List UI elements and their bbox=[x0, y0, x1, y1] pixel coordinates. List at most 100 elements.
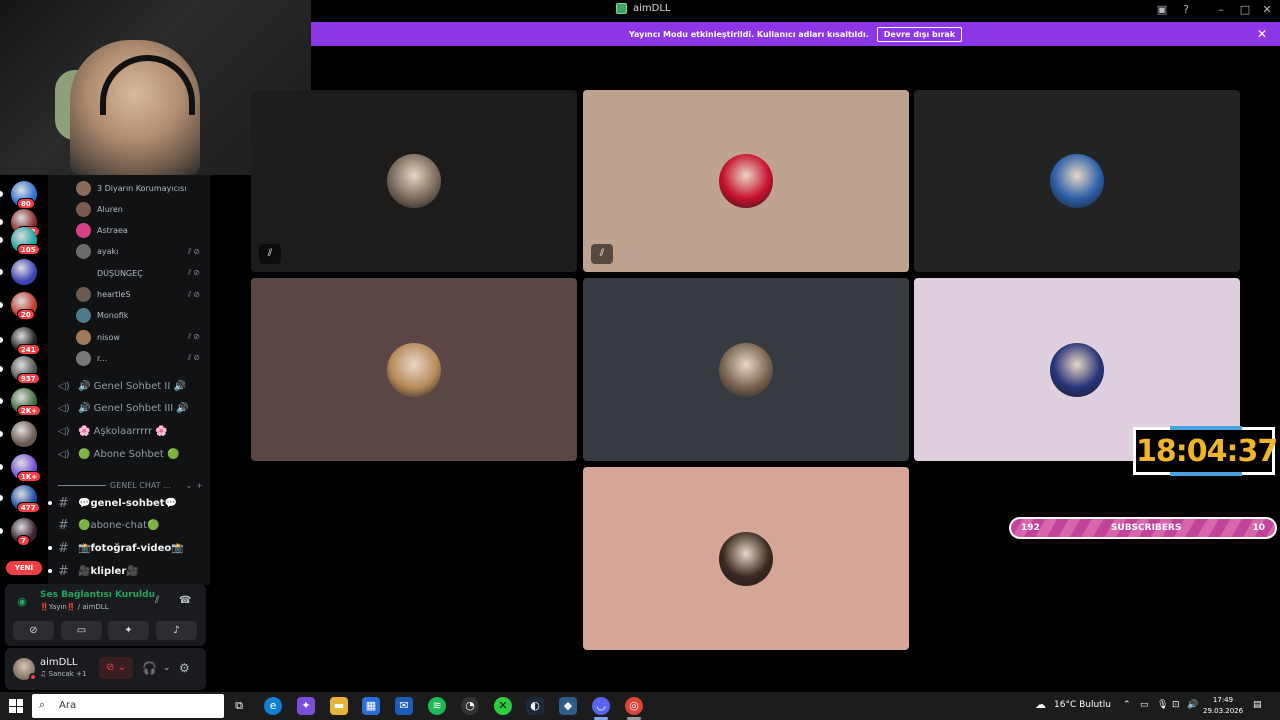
taskbar-search[interactable]: ⌕ Ara bbox=[32, 694, 224, 718]
chevron-down-icon[interactable]: ⌄ bbox=[163, 663, 171, 673]
help-icon[interactable]: ? bbox=[1179, 3, 1193, 17]
chevron-down-icon[interactable]: ⌄ bbox=[186, 481, 193, 490]
app-icon[interactable]: ◆ bbox=[559, 697, 577, 715]
text-channel[interactable]: # 🎥klipler🎥 bbox=[58, 561, 208, 581]
voice-channel[interactable]: ◁) 🔊 Genel Sohbet III 🔊 bbox=[58, 399, 208, 419]
avatar bbox=[76, 329, 91, 345]
taskbar-clock[interactable]: 17:49 29.03.2026 bbox=[1203, 695, 1243, 717]
discord-icon[interactable]: ◡ bbox=[592, 697, 610, 715]
voice-user[interactable]: Monofik bbox=[76, 307, 202, 325]
participant-tile[interactable]: ⫽ bbox=[583, 90, 909, 272]
spotify-icon[interactable]: ≋ bbox=[428, 697, 446, 715]
voice-channel[interactable]: ◁) 🌸 Aşkolaarrrrr 🌸 bbox=[58, 421, 208, 441]
status-dot bbox=[29, 673, 37, 681]
start-button[interactable] bbox=[9, 699, 23, 713]
voice-channel-name: 🌸 Aşkolaarrrrr 🌸 bbox=[78, 425, 168, 437]
category-genel-chat[interactable]: GENEL CHAT ... ⌄ + bbox=[58, 479, 203, 491]
file-explorer-icon[interactable]: ▬ bbox=[330, 697, 348, 715]
network-icon[interactable]: ⊡ bbox=[1172, 700, 1180, 710]
maximize-icon[interactable]: □ bbox=[1238, 3, 1252, 17]
text-channel[interactable]: # 📸fotoğraf-video📸 bbox=[58, 538, 208, 558]
copilot-icon[interactable]: ✦ bbox=[297, 697, 315, 715]
voice-user[interactable]: DÜŞÜNGEÇ ⫽⊘ bbox=[76, 264, 202, 282]
voice-user[interactable]: Astraea bbox=[76, 222, 202, 240]
signal-icon[interactable]: ◉ bbox=[13, 593, 31, 611]
voice-status[interactable]: Ses Bağlantısı Kuruldu bbox=[40, 590, 155, 600]
participant-tile[interactable] bbox=[583, 278, 909, 461]
xbox-icon[interactable]: ✕ bbox=[494, 697, 512, 715]
task-view-icon[interactable]: ⧉ bbox=[230, 697, 248, 715]
unread-indicator bbox=[0, 302, 3, 308]
voice-user-name: Aluren bbox=[97, 204, 123, 214]
voice-channel[interactable]: ◁) 🟢 Abone Sohbet 🟢 bbox=[58, 444, 208, 464]
soundboard-button[interactable]: ♪ bbox=[156, 621, 197, 640]
chevron-up-icon[interactable]: ⌃ bbox=[1123, 700, 1131, 710]
obs-icon[interactable]: ◔ bbox=[461, 697, 479, 715]
text-channel-name: 📸fotoğraf-video📸 bbox=[78, 542, 184, 554]
disable-streamer-mode-button[interactable]: Devre dışı bırak bbox=[876, 26, 963, 42]
participant-avatar bbox=[387, 342, 441, 397]
participant-tile[interactable]: ⫽ bbox=[251, 90, 577, 272]
outlook-icon[interactable]: ✉ bbox=[395, 697, 413, 715]
screen-share-button[interactable]: ▭ bbox=[61, 621, 102, 640]
disconnect-icon[interactable]: ☎ bbox=[179, 595, 191, 606]
window-title: aimDLL bbox=[616, 3, 671, 14]
voice-user[interactable]: heartleS ⫽⊘ bbox=[76, 286, 202, 304]
hash-icon: # bbox=[58, 540, 69, 556]
new-badge[interactable]: YENİ bbox=[6, 561, 42, 575]
user-activity: ♫ Sancak +1 bbox=[40, 670, 87, 678]
chrome-icon[interactable]: ◎ bbox=[625, 697, 643, 715]
voice-user[interactable]: nisow ⫽⊘ bbox=[76, 328, 202, 346]
avatar bbox=[76, 350, 91, 366]
store-icon[interactable]: ▦ bbox=[362, 697, 380, 715]
edge-icon[interactable]: e bbox=[264, 697, 282, 715]
notifications-icon[interactable]: ▤ bbox=[1253, 700, 1262, 710]
voice-channel-name: 🟢 Abone Sohbet 🟢 bbox=[78, 448, 180, 460]
weather-text[interactable]: 16°C Bulutlu bbox=[1054, 700, 1111, 710]
minimize-icon[interactable]: – bbox=[1214, 3, 1228, 17]
mention-badge: 937 bbox=[17, 373, 40, 384]
voice-channel[interactable]: ◁) 🔊 Genel Sohbet II 🔊 bbox=[58, 376, 208, 396]
text-channel[interactable]: # 💬genel-sohbet💬 bbox=[58, 493, 208, 513]
gear-icon[interactable]: ⚙ bbox=[179, 661, 190, 675]
server-icon[interactable] bbox=[11, 421, 37, 447]
unread-indicator bbox=[0, 528, 3, 534]
participant-avatar bbox=[387, 154, 441, 208]
headphones-icon[interactable]: 🎧 bbox=[142, 661, 157, 675]
unread-indicator bbox=[0, 366, 3, 372]
voice-user[interactable]: Aluren bbox=[76, 200, 202, 218]
participant-tile[interactable] bbox=[583, 467, 909, 650]
voice-user[interactable]: r... ⫽⊘ bbox=[76, 349, 202, 367]
activities-button[interactable]: ✦ bbox=[108, 621, 149, 640]
app-logo-icon bbox=[616, 3, 627, 14]
microphone-icon[interactable]: 🎙 bbox=[1157, 700, 1168, 710]
user-name[interactable]: aimDLL bbox=[40, 657, 78, 668]
mention-badge: 80 bbox=[17, 198, 35, 209]
clock-date-text: 29.03.2026 bbox=[1203, 707, 1244, 715]
avatar bbox=[76, 180, 91, 196]
steam-icon[interactable]: ◐ bbox=[526, 697, 544, 715]
server-icon[interactable] bbox=[11, 259, 37, 285]
weather-icon[interactable]: ☁ bbox=[1035, 698, 1046, 711]
mute-mic-button[interactable]: ⊘ ⌄ bbox=[99, 657, 133, 679]
muted-mic-icon: ⫽ bbox=[591, 244, 613, 264]
voice-user-name: Monofik bbox=[97, 311, 129, 321]
voice-user[interactable]: ayakı ⫽⊘ bbox=[76, 243, 202, 261]
voice-user[interactable]: 3 Diyarın Korumayıcısı bbox=[76, 179, 202, 197]
noise-suppression-icon[interactable]: ⫽ bbox=[155, 595, 159, 606]
participant-tile[interactable] bbox=[251, 278, 577, 461]
participant-tile[interactable] bbox=[914, 90, 1240, 272]
participant-avatar bbox=[719, 154, 773, 208]
tray-app-icon[interactable]: ▭ bbox=[1140, 700, 1149, 710]
inbox-icon[interactable]: ▣ bbox=[1155, 3, 1169, 17]
text-channel[interactable]: # 🟢abone-chat🟢 bbox=[58, 516, 208, 536]
voice-channel-path[interactable]: ‼️Yayın‼️ / aimDLL bbox=[40, 603, 109, 611]
voice-user-name: Astraea bbox=[97, 226, 128, 236]
unread-indicator bbox=[0, 431, 3, 437]
volume-icon[interactable]: 🔊 bbox=[1187, 700, 1198, 710]
close-icon[interactable]: ✕ bbox=[1260, 3, 1274, 17]
banner-close-icon[interactable]: ✕ bbox=[1257, 27, 1267, 41]
add-channel-icon[interactable]: + bbox=[196, 481, 203, 490]
camera-button[interactable]: ⊘ bbox=[13, 621, 54, 640]
avatar bbox=[76, 223, 91, 239]
